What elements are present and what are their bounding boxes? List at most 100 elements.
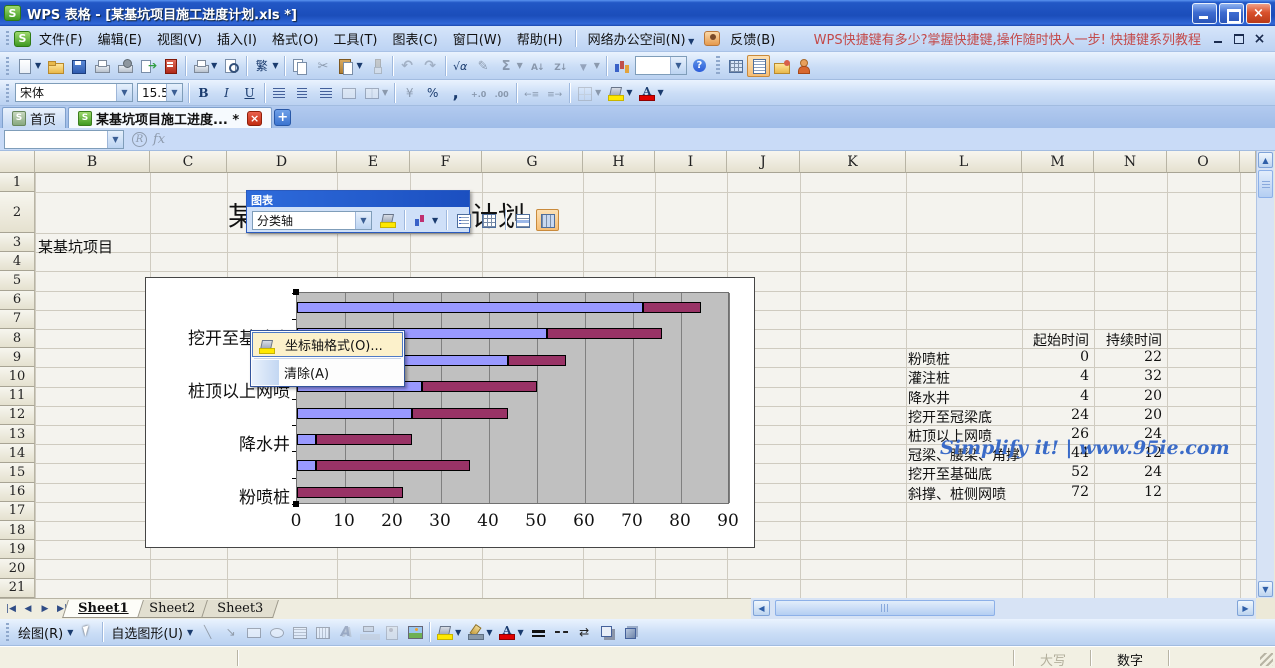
- row-header-19[interactable]: 19: [0, 540, 35, 559]
- menu-web-office[interactable]: 网络办公空间(N) ▼: [581, 26, 702, 51]
- vertical-scrollbar[interactable]: ▲ ▼: [1256, 151, 1274, 598]
- table-row-label[interactable]: 挖开至冠梁底: [908, 407, 1021, 427]
- value-axis-label[interactable]: 70: [621, 511, 643, 531]
- dash-style-button[interactable]: [550, 621, 573, 643]
- row-header-3[interactable]: 3: [0, 233, 35, 252]
- bar-start-segment[interactable]: [297, 460, 316, 471]
- column-header-K[interactable]: K: [800, 151, 906, 173]
- column-header-B[interactable]: B: [35, 151, 150, 173]
- table-row-duration[interactable]: 32: [1094, 368, 1162, 384]
- sort-descending-button[interactable]: [549, 55, 572, 77]
- mdi-close-button[interactable]: [1252, 32, 1267, 45]
- bar-duration-segment[interactable]: [547, 328, 662, 339]
- sort-ascending-button[interactable]: [526, 55, 549, 77]
- decrease-indent-button[interactable]: [520, 82, 543, 104]
- account-button[interactable]: [793, 55, 816, 77]
- value-axis-label[interactable]: 40: [477, 511, 499, 531]
- row-header-14[interactable]: 14: [0, 444, 35, 463]
- font-size-combo[interactable]: 15.5▼: [137, 83, 183, 102]
- insert-link-button[interactable]: [472, 55, 495, 77]
- autoshapes-button[interactable]: 自选图形(U)▼: [106, 621, 196, 643]
- comma-style-button[interactable]: [444, 82, 467, 104]
- mdi-restore-button[interactable]: [1232, 32, 1247, 45]
- chevron-down-icon[interactable]: ▼: [670, 57, 686, 74]
- redo-button[interactable]: [419, 55, 442, 77]
- by-row-button[interactable]: [511, 209, 534, 231]
- sheet-tab-sheet2[interactable]: Sheet2: [134, 600, 212, 618]
- row-header-1[interactable]: 1: [0, 173, 35, 192]
- column-header-O[interactable]: O: [1167, 151, 1240, 173]
- horizontal-scrollbar[interactable]: ◀ ▶: [751, 598, 1256, 619]
- value-axis-label[interactable]: 10: [333, 511, 355, 531]
- selection-handle[interactable]: [293, 289, 299, 295]
- table-header-start[interactable]: 起始时间: [1022, 330, 1089, 350]
- arrow-button[interactable]: [219, 621, 242, 643]
- increase-decimal-button[interactable]: [467, 82, 490, 104]
- chevron-down-icon[interactable]: ▼: [166, 84, 182, 101]
- menu-insert[interactable]: 插入(I): [210, 26, 264, 51]
- line-style-button[interactable]: [527, 621, 550, 643]
- chart-toolbar-title[interactable]: 图表: [247, 191, 469, 207]
- cut-button[interactable]: [311, 55, 334, 77]
- column-header-I[interactable]: I: [655, 151, 727, 173]
- table-row-duration[interactable]: 20: [1094, 407, 1162, 423]
- 3d-style-button[interactable]: [619, 621, 642, 643]
- currency-style-button[interactable]: [398, 82, 421, 104]
- align-center-button[interactable]: [291, 82, 314, 104]
- row-header-11[interactable]: 11: [0, 387, 35, 406]
- sheet-nav-next-icon[interactable]: ▶: [37, 601, 53, 617]
- menu-file[interactable]: 文件(F): [32, 26, 90, 51]
- name-box-dropdown-icon[interactable]: ▼: [107, 131, 123, 148]
- copy-button[interactable]: [288, 55, 311, 77]
- percent-style-button[interactable]: [421, 82, 444, 104]
- doc-tab-home[interactable]: 首页: [2, 107, 66, 128]
- select-objects-button[interactable]: [76, 621, 99, 643]
- row-header-17[interactable]: 17: [0, 502, 35, 521]
- fill-color-button[interactable]: ▼: [433, 621, 464, 643]
- mdi-minimize-button[interactable]: [1212, 32, 1227, 45]
- open-button[interactable]: [44, 55, 67, 77]
- by-column-button[interactable]: [536, 209, 559, 231]
- row-header-16[interactable]: 16: [0, 483, 35, 502]
- menu-view[interactable]: 视图(V): [150, 26, 209, 51]
- bold-button[interactable]: [192, 82, 215, 104]
- scroll-left-icon[interactable]: ◀: [753, 600, 770, 616]
- row-header-13[interactable]: 13: [0, 425, 35, 444]
- sheet-tab-sheet3[interactable]: Sheet3: [201, 600, 279, 618]
- maximize-button[interactable]: [1219, 3, 1244, 24]
- cell-b3[interactable]: 某基坑项目: [38, 236, 113, 257]
- close-button[interactable]: [1246, 3, 1271, 24]
- format-selection-button[interactable]: [376, 209, 399, 231]
- autosum-button[interactable]: ▼: [495, 55, 526, 77]
- sheet-nav-prev-icon[interactable]: ◀: [20, 601, 36, 617]
- new-tab-button[interactable]: [274, 109, 291, 126]
- print-preview-button[interactable]: ▼: [189, 55, 220, 77]
- chevron-down-icon[interactable]: ▼: [116, 84, 132, 101]
- vertical-scroll-thumb[interactable]: [1258, 170, 1273, 198]
- column-header-J[interactable]: J: [727, 151, 800, 173]
- menu-tools[interactable]: 工具(T): [326, 26, 384, 51]
- bar-duration-segment[interactable]: [643, 302, 701, 313]
- promo-link[interactable]: WPS快捷键有多少?掌握快捷键,操作随时快人一步! 快捷键系列教程: [814, 29, 1201, 48]
- save-button[interactable]: [67, 55, 90, 77]
- doc-tab-document[interactable]: 某基坑项目施工进度... *: [68, 107, 272, 128]
- scroll-right-icon[interactable]: ▶: [1237, 600, 1254, 616]
- table-row-start[interactable]: 4: [1022, 368, 1089, 384]
- select-all-corner[interactable]: [0, 151, 35, 173]
- align-right-button[interactable]: [314, 82, 337, 104]
- table-row-label[interactable]: 粉喷桩: [908, 349, 1021, 369]
- chart-object-selector[interactable]: 分类轴 ▼: [252, 211, 372, 230]
- row-header-7[interactable]: 7: [0, 310, 35, 329]
- column-header-L[interactable]: L: [906, 151, 1022, 173]
- organization-chart-button[interactable]: [357, 621, 380, 643]
- row-header-8[interactable]: 8: [0, 329, 35, 348]
- undo-button[interactable]: [396, 55, 419, 77]
- table-row-duration[interactable]: 20: [1094, 388, 1162, 404]
- column-header-H[interactable]: H: [583, 151, 655, 173]
- font-color-button[interactable]: ▼: [635, 82, 666, 104]
- table-row-start[interactable]: 72: [1022, 484, 1089, 500]
- scroll-up-icon[interactable]: ▲: [1258, 152, 1273, 168]
- context-menu-item-format-axis[interactable]: 坐标轴格式(O)...: [252, 332, 403, 357]
- column-header-G[interactable]: G: [482, 151, 583, 173]
- bar-duration-segment[interactable]: [316, 434, 412, 445]
